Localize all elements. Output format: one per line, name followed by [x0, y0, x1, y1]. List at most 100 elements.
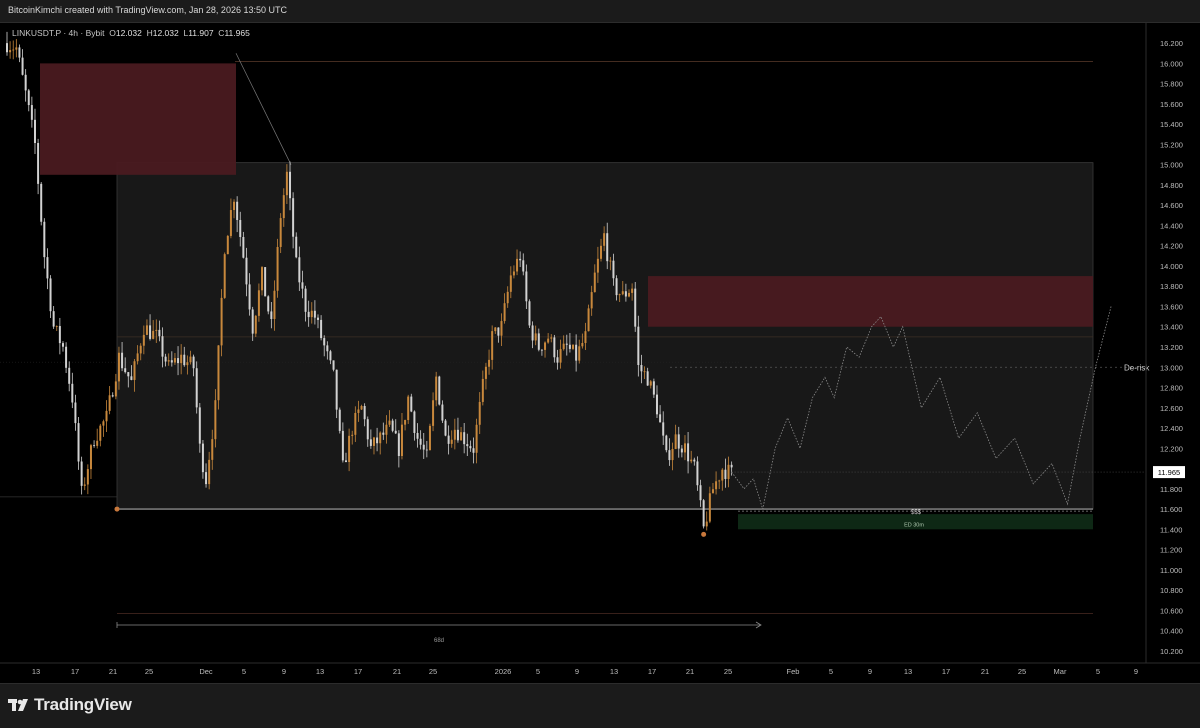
candle-body — [640, 365, 643, 372]
candle — [338, 407, 341, 434]
candle-body — [425, 449, 428, 451]
candle-body — [239, 220, 242, 237]
candle-body — [438, 376, 441, 405]
candle — [108, 386, 111, 415]
candle — [407, 394, 410, 424]
candle-body — [211, 439, 214, 460]
legend-open-label: O — [109, 28, 116, 38]
candle-body — [376, 437, 379, 444]
candle-body — [127, 372, 130, 377]
legend-symbol: LINKUSDT.P — [12, 28, 61, 38]
candle-body — [419, 438, 422, 445]
price-tick: 14.800 — [1160, 181, 1183, 190]
candle-body — [699, 485, 702, 501]
candle-body — [248, 284, 251, 310]
candle — [18, 44, 21, 63]
time-tick: 25 — [1018, 667, 1026, 676]
price-tick: 16.200 — [1160, 39, 1183, 48]
candle — [217, 345, 220, 410]
candle-body — [463, 432, 466, 445]
time-tick: 5 — [536, 667, 540, 676]
candle-body — [354, 412, 357, 435]
candle-body — [233, 201, 236, 211]
candle-body — [603, 233, 606, 246]
price-tick: 14.600 — [1160, 201, 1183, 210]
candle-body — [52, 311, 55, 327]
candle-body — [565, 343, 568, 345]
candle — [46, 248, 49, 290]
candle-body — [114, 381, 117, 397]
candle-body — [447, 435, 450, 444]
candle-body — [155, 329, 158, 331]
price-tick: 14.400 — [1160, 221, 1183, 230]
price-tick: 11.600 — [1160, 505, 1182, 514]
candle — [226, 234, 229, 255]
time-tick: 9 — [575, 667, 579, 676]
candle-body — [295, 236, 298, 258]
candle-body — [550, 337, 553, 339]
candle-body — [618, 294, 621, 296]
candle-body — [484, 366, 487, 379]
time-tick: 13 — [316, 667, 324, 676]
candle-body — [37, 143, 40, 184]
time-tick: 13 — [32, 667, 40, 676]
candle-body — [593, 272, 596, 293]
candle-body — [674, 434, 677, 449]
candle-body — [43, 221, 46, 258]
candle-body — [372, 437, 375, 446]
price-tick: 11.800 — [1160, 485, 1182, 494]
candle-body — [189, 356, 192, 363]
price-tick: 11.200 — [1160, 546, 1182, 555]
candle-body — [93, 445, 96, 447]
candle — [665, 434, 668, 453]
price-tick: 12.200 — [1160, 444, 1183, 453]
time-tick: 9 — [868, 667, 872, 676]
candle-body — [282, 195, 285, 219]
ed-label: ED 30m — [904, 522, 924, 528]
time-tick: 5 — [242, 667, 246, 676]
candle-body — [572, 344, 575, 349]
candle-body — [537, 333, 540, 350]
candle-body — [677, 434, 680, 449]
tradingview-logo-icon[interactable] — [8, 697, 30, 713]
candle-body — [183, 354, 186, 366]
time-tick: 21 — [393, 667, 401, 676]
time-tick: 21 — [981, 667, 989, 676]
candle-body — [298, 257, 301, 283]
candle-body — [270, 311, 273, 320]
swing-low-marker — [114, 506, 120, 512]
candle-body — [74, 402, 77, 424]
trend-line — [235, 53, 292, 165]
candle-body — [606, 233, 609, 262]
time-tick: 13 — [610, 667, 618, 676]
legend-low: 11.907 — [188, 28, 214, 38]
candle-body — [631, 288, 634, 293]
price-chart[interactable]: De-risk$$$ED 30m68d 16.20016.00015.80015… — [0, 22, 1200, 683]
candle-body — [267, 296, 270, 312]
candle-body — [730, 464, 733, 468]
candle — [52, 306, 55, 329]
liquidity-label: $$$ — [911, 510, 922, 516]
candle-body — [201, 443, 204, 473]
candle-body — [130, 376, 133, 380]
candle-body — [257, 290, 260, 316]
candle — [74, 394, 77, 431]
candle — [9, 41, 12, 59]
tradingview-brand[interactable]: TradingView — [34, 695, 132, 715]
candle-body — [177, 358, 180, 364]
time-tick: 17 — [354, 667, 362, 676]
candle-body — [226, 235, 229, 255]
supply-zone-top — [40, 63, 236, 175]
candle-body — [273, 290, 276, 320]
candle-body — [6, 43, 8, 53]
candle-body — [24, 74, 27, 91]
candle-body — [86, 469, 89, 485]
candle-body — [628, 292, 630, 297]
candle — [43, 218, 46, 269]
candle — [96, 428, 99, 449]
candle-body — [652, 381, 655, 395]
time-axis[interactable]: 13 17 21 25 Dec 5 9 13 17 21 25 2026 5 9 13 17 21 25 Feb 5 9… — [32, 667, 1138, 676]
candle-body — [500, 321, 503, 336]
candle-body — [326, 345, 329, 352]
candle — [89, 443, 92, 480]
